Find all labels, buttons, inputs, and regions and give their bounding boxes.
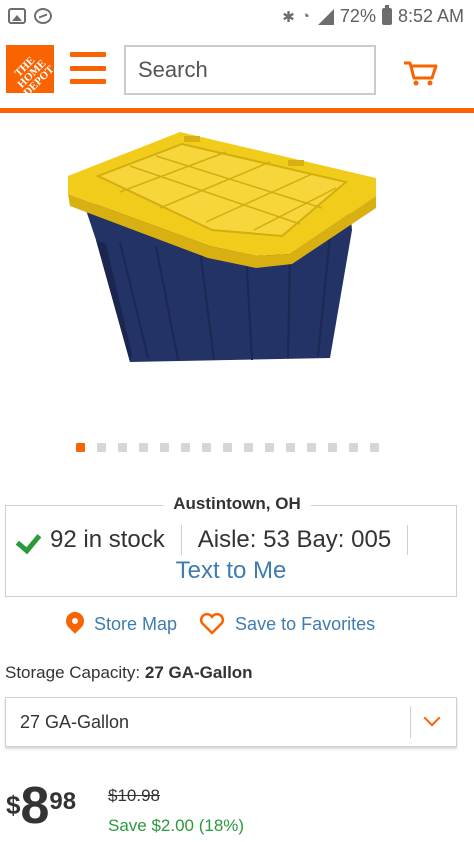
carousel-dot[interactable] [265,443,274,452]
price: $ 8 98 [6,778,76,834]
messenger-icon [34,8,52,24]
battery-percent: 72% [339,6,376,26]
storage-tote-image[interactable] [60,122,390,382]
logo-text: THE HOME DEPOT [12,54,54,93]
text-to-me-link[interactable]: Text to Me [0,557,462,585]
savings-text: Save $2.00 (18%) [108,816,245,835]
carousel-dot[interactable] [328,443,337,452]
option-value: 27 GA-Gallon [144,663,253,682]
divider [407,525,409,555]
select-divider [410,706,411,738]
stock-count: 92 in stock [50,526,165,553]
save-to-favorites-link[interactable]: Save to Favorites [235,614,375,635]
option-label: Storage Capacity: [5,663,141,682]
carousel-dot[interactable] [97,443,106,452]
carousel-dot[interactable] [202,443,211,452]
was-price: $10.98 [108,786,160,805]
carousel-dot[interactable] [160,443,169,452]
carousel-dot[interactable] [286,443,295,452]
carousel-dot[interactable] [223,443,232,452]
store-map-link[interactable]: Store Map [94,614,177,635]
carousel-dot[interactable] [181,443,190,452]
chevron-down-icon[interactable] [423,709,441,727]
status-bar: ✱ ◔ 72% 8:52 AM [0,0,474,34]
carousel-dot[interactable] [118,443,127,452]
clock: 8:52 AM [397,6,464,26]
carousel-dot[interactable] [307,443,316,452]
carousel-dot[interactable] [139,443,148,452]
price-dollars: 8 [20,777,50,835]
price-currency: $ [6,790,21,820]
carousel-dot[interactable] [349,443,358,452]
divider [180,525,182,555]
signal-icon [316,8,334,25]
select-value: 27 GA-Gallon [20,712,130,732]
wifi-icon: ◔ [300,8,310,25]
site-header: THE HOME DEPOT [0,38,474,108]
option-label-row: Storage Capacity: 27 GA-Gallon [5,663,253,683]
hamburger-icon[interactable] [70,52,106,84]
store-name[interactable]: Austintown, OH [163,494,311,514]
checkmark-icon [18,528,44,552]
cart-icon[interactable] [402,58,438,88]
battery-icon [381,5,392,25]
carousel-dot[interactable] [244,443,253,452]
image-carousel-dots[interactable] [76,443,379,452]
carousel-dot[interactable] [370,443,379,452]
heart-icon[interactable] [199,613,225,635]
search-icon [435,55,455,75]
bluetooth-icon: ✱ [282,8,295,26]
home-depot-logo[interactable]: THE HOME DEPOT [6,45,54,93]
aisle-bay-location: Aisle: 53 Bay: 005 [197,526,392,553]
image-icon [8,8,26,24]
price-cents: 98 [49,788,77,815]
search-input[interactable] [126,47,426,93]
search-bar [124,45,455,95]
header-divider [0,108,474,113]
capacity-select[interactable]: 27 GA-Gallon [5,697,457,747]
map-pin-icon[interactable] [66,612,84,636]
carousel-dot[interactable] [76,443,85,452]
